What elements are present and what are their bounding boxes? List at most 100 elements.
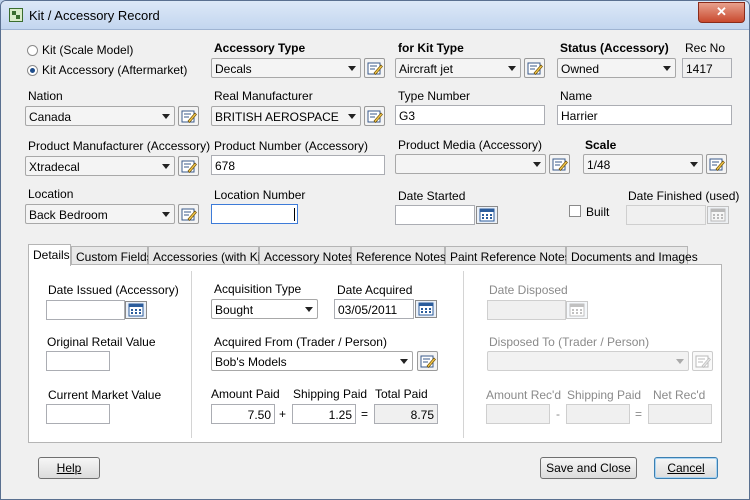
rec-no-field: 1417 (682, 58, 732, 78)
original-retail-field[interactable] (46, 351, 110, 371)
acquisition-type-combo[interactable]: Bought (211, 299, 318, 319)
acquired-from-label: Acquired From (Trader / Person) (214, 335, 387, 349)
edit-product-manufacturer-button[interactable] (178, 156, 199, 176)
plus-sign: + (279, 407, 287, 421)
calendar-icon (569, 303, 585, 317)
date-started-calendar-button[interactable] (476, 206, 498, 224)
chevron-down-icon (162, 164, 170, 169)
date-finished-calendar-button (707, 206, 729, 224)
calendar-icon (479, 208, 495, 222)
tab-paint-reference-notes[interactable]: Paint Reference Notes (445, 246, 571, 265)
window-title: Kit / Accessory Record (29, 8, 160, 23)
chevron-down-icon (348, 114, 356, 119)
save-and-close-button[interactable]: Save and Close (540, 457, 637, 479)
accessory-type-combo[interactable]: Decals (211, 58, 361, 78)
location-number-field[interactable] (211, 204, 298, 224)
chevron-down-icon (162, 212, 170, 217)
radio-aftermarket[interactable] (27, 65, 38, 76)
shipping-paid-field[interactable]: 1.25 (292, 404, 356, 424)
product-media-combo[interactable] (395, 154, 546, 174)
edit-real-manufacturer-button[interactable] (364, 106, 385, 126)
chevron-down-icon (690, 162, 698, 167)
net-recd-label: Net Rec'd (653, 388, 706, 402)
product-number-field[interactable]: 678 (211, 155, 385, 175)
edit-list-icon (552, 158, 568, 171)
radio-scale-model-label: Kit (Scale Model) (42, 43, 134, 57)
scale-label: Scale (585, 138, 617, 152)
close-window-button[interactable]: ✕ (698, 2, 745, 23)
date-started-field[interactable] (395, 205, 475, 225)
divider (191, 271, 192, 438)
divider (463, 271, 464, 438)
name-field[interactable]: Harrier (557, 105, 732, 125)
product-number-label: Product Number (Accessory) (214, 139, 369, 153)
edit-product-media-button[interactable] (549, 154, 570, 174)
chevron-down-icon (508, 66, 516, 71)
for-kit-type-combo[interactable]: Aircraft jet (395, 58, 521, 78)
cancel-button[interactable]: Cancel (654, 457, 718, 479)
location-label: Location (28, 187, 74, 201)
tab-reference-notes[interactable]: Reference Notes (351, 246, 446, 265)
chevron-down-icon (676, 359, 684, 364)
minus-sign: - (556, 407, 560, 421)
rec-no-label: Rec No (685, 41, 726, 55)
current-market-field[interactable] (46, 404, 110, 424)
status-combo[interactable]: Owned (557, 58, 676, 78)
date-finished-label: Date Finished (used) (628, 189, 740, 203)
edit-list-icon (420, 355, 436, 368)
disposed-to-label: Disposed To (Trader / Person) (489, 335, 650, 349)
date-acquired-label: Date Acquired (337, 283, 413, 297)
product-manufacturer-label: Product Manufacturer (Accessory) (28, 139, 211, 153)
type-number-label: Type Number (398, 89, 471, 103)
edit-location-button[interactable] (178, 204, 199, 224)
real-manufacturer-combo[interactable]: BRITISH AEROSPACE (211, 106, 361, 126)
date-issued-field[interactable] (46, 300, 125, 320)
location-number-label: Location Number (214, 188, 306, 202)
edit-accessory-type-button[interactable] (364, 58, 385, 78)
title-bar: Kit / Accessory Record ✕ (1, 1, 749, 30)
product-manufacturer-combo[interactable]: Xtradecal (25, 156, 175, 176)
location-combo[interactable]: Back Bedroom (25, 204, 175, 224)
for-kit-type-label: for Kit Type (398, 41, 464, 55)
edit-nation-button[interactable] (178, 106, 199, 126)
equals-sign: = (635, 407, 643, 421)
date-acquired-calendar-button[interactable] (415, 300, 437, 318)
total-paid-label: Total Paid (375, 387, 428, 401)
radio-scale-model[interactable] (27, 45, 38, 56)
radio-aftermarket-label: Kit Accessory (Aftermarket) (42, 63, 188, 77)
edit-kit-type-button[interactable] (524, 58, 545, 78)
nation-combo[interactable]: Canada (25, 106, 175, 126)
tab-custom-fields[interactable]: Custom Fields (71, 246, 153, 265)
help-button[interactable]: Help (38, 457, 100, 479)
calendar-icon (418, 302, 434, 316)
date-started-label: Date Started (398, 189, 466, 203)
acquisition-type-label: Acquisition Type (214, 282, 302, 296)
chevron-down-icon (533, 162, 541, 167)
tab-documents-and-images[interactable]: Documents and Images (566, 246, 698, 265)
tab-accessory-notes[interactable]: Accessory Notes (259, 246, 354, 265)
chevron-down-icon (305, 307, 313, 312)
date-acquired-field[interactable]: 03/05/2011 (334, 299, 414, 319)
built-checkbox[interactable] (569, 205, 581, 217)
tab-accessories-with-kit[interactable]: Accessories (with Kit) (148, 246, 268, 265)
current-market-label: Current Market Value (48, 388, 162, 402)
edit-list-icon (709, 158, 725, 171)
chevron-down-icon (663, 66, 671, 71)
edit-scale-button[interactable] (706, 154, 727, 174)
date-issued-calendar-button[interactable] (125, 301, 147, 319)
status-label: Status (Accessory) (560, 41, 669, 55)
shipping-paid-label: Shipping Paid (293, 387, 368, 401)
tab-details[interactable]: Details (28, 244, 71, 266)
calendar-icon (710, 208, 726, 222)
amount-recd-field (486, 404, 550, 424)
scale-combo[interactable]: 1/48 (583, 154, 703, 174)
real-manufacturer-label: Real Manufacturer (214, 89, 313, 103)
edit-acquired-from-button[interactable] (417, 351, 438, 371)
disposed-to-combo (487, 351, 689, 371)
kit-accessory-window: Kit / Accessory Record ✕ Kit (Scale Mode… (0, 0, 750, 500)
acquired-from-combo[interactable]: Bob's Models (211, 351, 413, 371)
original-retail-label: Original Retail Value (47, 335, 156, 349)
amount-paid-field[interactable]: 7.50 (211, 404, 275, 424)
shipping-paid-2-field (566, 404, 630, 424)
type-number-field[interactable]: G3 (395, 105, 545, 125)
